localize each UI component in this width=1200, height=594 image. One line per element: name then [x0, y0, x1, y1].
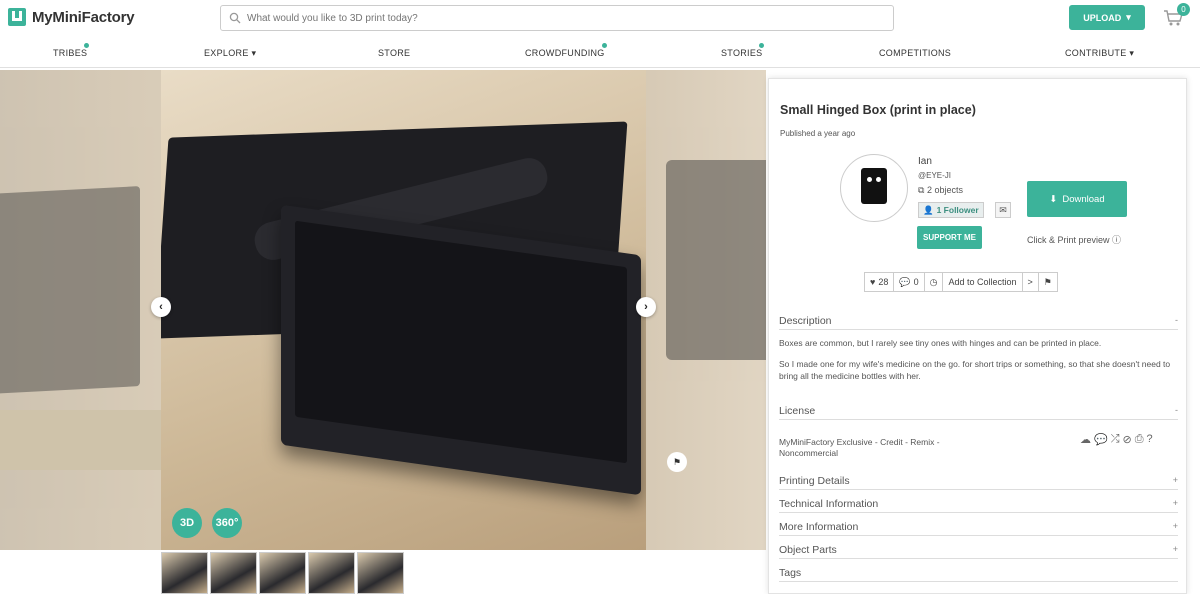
- nav-label: STORIES: [721, 48, 763, 58]
- license-text: MyMiniFactory Exclusive - Credit - Remix…: [779, 437, 940, 458]
- comments-icon: 💬: [1094, 434, 1108, 446]
- notification-dot: [84, 43, 89, 48]
- cart-count-badge: 0: [1177, 3, 1190, 16]
- published-date: Published a year ago: [780, 129, 856, 138]
- user-handle[interactable]: @EYE-JI: [918, 171, 951, 180]
- click-print-preview-link[interactable]: Click & Print preview ⓘ: [1027, 233, 1121, 246]
- notification-dot: [602, 43, 607, 48]
- support-me-button[interactable]: SUPPORT ME: [917, 226, 982, 249]
- search-input[interactable]: [247, 12, 893, 24]
- nav-label: EXPLORE: [204, 48, 249, 58]
- main-nav: TRIBES EXPLORE ▾ STORE CROWDFUNDING STOR…: [0, 40, 1200, 68]
- clock-icon: ◷: [929, 276, 938, 287]
- nav-item-stories[interactable]: STORIES: [721, 43, 764, 58]
- thumbnail[interactable]: [308, 552, 355, 594]
- technical-information-header[interactable]: Technical Information +: [779, 498, 1178, 513]
- flag-icon: ⚑: [1043, 276, 1052, 287]
- info-icon: ⓘ: [1112, 235, 1122, 245]
- tags-header[interactable]: Tags: [779, 567, 1178, 582]
- like-button[interactable]: ♥ 28: [865, 273, 895, 291]
- object-details-panel: Small Hinged Box (print in place) Publis…: [768, 78, 1187, 594]
- share-icon: >: [1027, 277, 1033, 287]
- follow-button[interactable]: 👤 1 Follower: [918, 202, 984, 218]
- upload-label: UPLOAD: [1083, 12, 1122, 23]
- action-bar: ♥ 28 💬 0 ◷ Add to Collection > ⚑: [864, 272, 1058, 292]
- search-icon: [229, 12, 241, 24]
- logo-text: MyMiniFactory: [32, 8, 135, 26]
- comment-icon: 💬: [899, 276, 911, 287]
- heart-icon: ♥: [870, 277, 876, 287]
- history-button[interactable]: ◷: [925, 273, 944, 291]
- download-icon: ⬇: [1049, 193, 1058, 205]
- license-icons: ☁ 💬 ⤮ ⊘ ⎙ ?: [1080, 433, 1153, 446]
- view-3d-button[interactable]: 3D: [172, 508, 202, 538]
- logo-icon: [8, 8, 26, 26]
- question-icon[interactable]: ?: [1147, 433, 1153, 446]
- view-360-button[interactable]: 360°: [212, 508, 242, 538]
- nav-item-explore[interactable]: EXPLORE ▾: [204, 48, 256, 59]
- thumbnail-strip: [161, 552, 404, 594]
- main-photo[interactable]: [161, 70, 646, 550]
- nav-label: CONTRIBUTE: [1065, 48, 1127, 58]
- expand-toggle: +: [1172, 498, 1178, 508]
- download-button[interactable]: ⬇ Download: [1027, 181, 1127, 217]
- nav-label: TRIBES: [53, 48, 88, 58]
- previous-image-preview: [0, 70, 161, 550]
- nav-item-store[interactable]: STORE: [378, 48, 410, 58]
- collapse-toggle: -: [1175, 315, 1178, 325]
- report-button[interactable]: ⚑: [1039, 273, 1057, 291]
- caret-down-icon: ▾: [1129, 48, 1135, 58]
- nav-label: CROWDFUNDING: [525, 48, 605, 58]
- printing-details-header[interactable]: Printing Details +: [779, 475, 1178, 490]
- message-button[interactable]: ✉: [995, 202, 1011, 218]
- object-parts-header[interactable]: Object Parts +: [779, 544, 1178, 559]
- chevron-down-icon: ▾: [1126, 12, 1131, 22]
- description-paragraph: Boxes are common, but I rarely see tiny …: [779, 338, 1102, 348]
- cubes-icon: ⧉: [918, 185, 925, 195]
- nav-label: COMPETITIONS: [879, 48, 952, 58]
- thumbnail[interactable]: [259, 552, 306, 594]
- cloud-upload-icon: ☁: [1080, 434, 1091, 446]
- envelope-icon: ✉: [999, 204, 1007, 215]
- add-to-collection-button[interactable]: Add to Collection: [943, 273, 1023, 291]
- upload-button[interactable]: UPLOAD ▾: [1069, 5, 1145, 30]
- search-bar[interactable]: [220, 5, 894, 31]
- user-plus-icon: 👤: [923, 204, 934, 215]
- user-objects-count[interactable]: ⧉ 2 objects: [918, 185, 963, 196]
- description-paragraph: So I made one for my wife's medicine on …: [779, 359, 1171, 381]
- nav-label: STORE: [378, 48, 411, 58]
- comments-button[interactable]: 💬 0: [894, 273, 925, 291]
- nav-item-contribute[interactable]: CONTRIBUTE ▾: [1065, 48, 1134, 59]
- report-flag-icon[interactable]: ⚑: [667, 452, 687, 472]
- object-title: Small Hinged Box (print in place): [780, 103, 976, 117]
- thumbnail[interactable]: [161, 552, 208, 594]
- nav-item-tribes[interactable]: TRIBES: [53, 43, 89, 58]
- license-header[interactable]: License -: [779, 405, 1178, 420]
- nav-item-crowdfunding[interactable]: CROWDFUNDING: [525, 43, 607, 58]
- user-name[interactable]: Ian: [918, 156, 932, 167]
- random-icon: ⤮: [1110, 433, 1120, 445]
- image-gallery: ‹ › 3D 360°: [0, 70, 766, 550]
- share-button[interactable]: >: [1023, 273, 1039, 291]
- next-image-button[interactable]: ›: [636, 297, 656, 317]
- more-information-header[interactable]: More Information +: [779, 521, 1178, 536]
- description-header[interactable]: Description -: [779, 315, 1178, 330]
- caret-down-icon: ▾: [251, 48, 257, 58]
- logo[interactable]: MyMiniFactory: [8, 8, 135, 26]
- next-image-preview: [646, 70, 766, 550]
- thumbnail[interactable]: [357, 552, 404, 594]
- thumbnail[interactable]: [210, 552, 257, 594]
- expand-toggle: +: [1172, 521, 1178, 531]
- expand-toggle: +: [1172, 475, 1178, 485]
- avatar[interactable]: [840, 154, 908, 222]
- collapse-toggle: -: [1175, 405, 1178, 415]
- notification-dot: [759, 43, 764, 48]
- expand-toggle: +: [1172, 544, 1178, 554]
- printer-icon: ⎙: [1134, 433, 1144, 445]
- previous-image-button[interactable]: ‹: [151, 297, 171, 317]
- top-bar: MyMiniFactory UPLOAD ▾ 0: [0, 0, 1200, 36]
- nav-item-competitions[interactable]: COMPETITIONS: [879, 48, 951, 58]
- noncommercial-icon: ⊘: [1122, 434, 1132, 446]
